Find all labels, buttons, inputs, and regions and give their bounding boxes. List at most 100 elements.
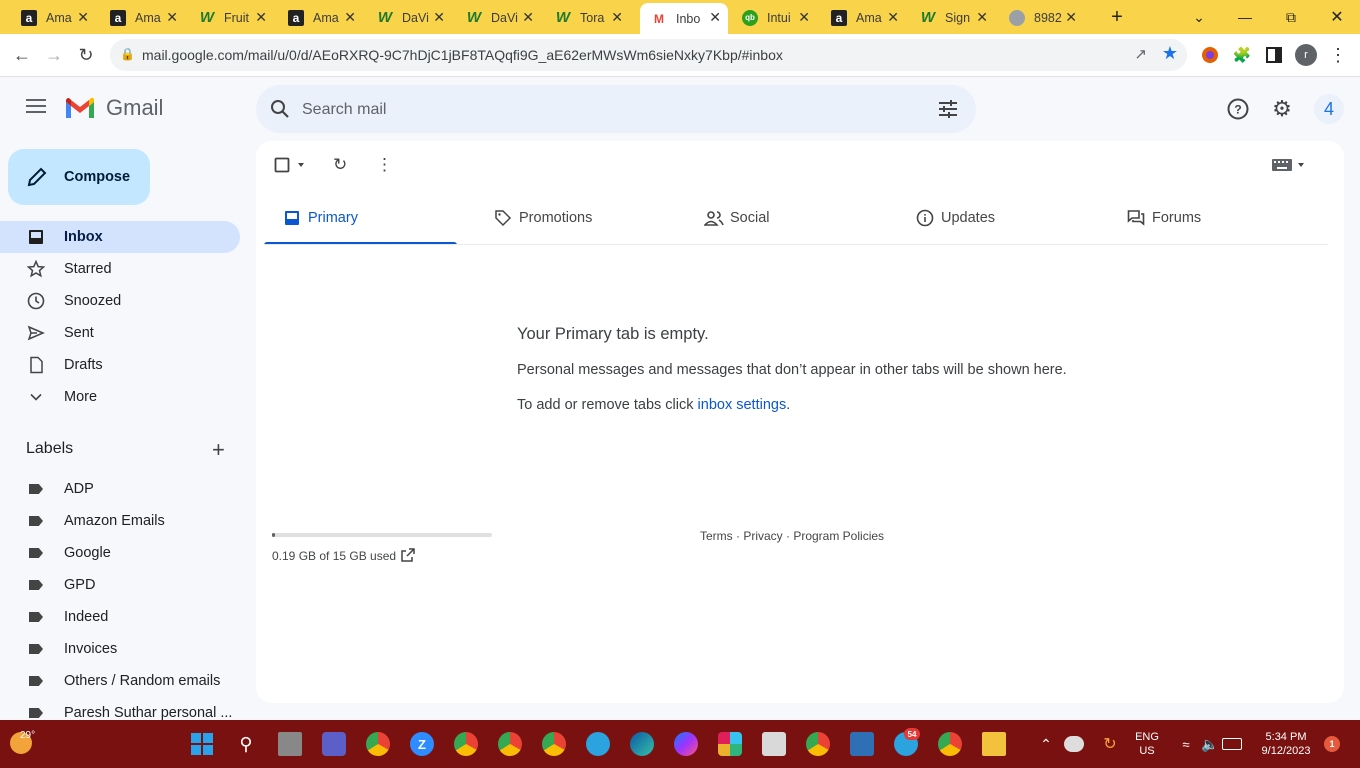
tab-updates[interactable]: Updates [897, 191, 1090, 245]
sidebar-item-more[interactable]: More [0, 381, 240, 413]
profile-avatar[interactable]: r [1295, 44, 1317, 66]
close-tab-icon[interactable]: ✕ [77, 9, 89, 26]
close-tab-icon[interactable]: ✕ [433, 9, 445, 26]
browser-tab[interactable]: W Fruit ✕ [188, 3, 274, 32]
browser-tab[interactable]: a Ama ✕ [99, 3, 185, 32]
extension-firefox-icon[interactable] [1199, 44, 1221, 66]
browser-tab[interactable]: W Tora ✕ [544, 3, 630, 32]
browser-tab[interactable]: W DaVi ✕ [455, 3, 541, 32]
close-tab-icon[interactable]: ✕ [255, 9, 267, 26]
footer-links[interactable]: Terms · Privacy · Program Policies [700, 529, 884, 543]
minimize-button[interactable]: — [1222, 0, 1268, 34]
gmail-logo-icon[interactable] [64, 96, 96, 120]
snipping-tool-icon[interactable] [762, 732, 786, 756]
keyboard-icon[interactable] [1272, 155, 1292, 175]
sidebar-item-drafts[interactable]: Drafts [0, 349, 240, 381]
browser-tab[interactable]: M Inbo ✕ [640, 3, 728, 34]
close-tab-icon[interactable]: ✕ [1065, 9, 1077, 26]
label-item[interactable]: Invoices [0, 633, 240, 665]
input-tools-dropdown-icon[interactable] [1296, 155, 1306, 175]
start-windows-icon[interactable] [190, 732, 214, 756]
url-text[interactable]: mail.google.com/mail/u/0/d/AEoRXRQ-9C7hD… [142, 47, 783, 63]
close-tab-icon[interactable]: ✕ [522, 9, 534, 26]
language-indicator[interactable]: ENG US [1130, 730, 1164, 758]
label-item[interactable]: Google [0, 537, 240, 569]
select-dropdown-icon[interactable] [296, 155, 306, 175]
maximize-button[interactable]: ⧉ [1268, 0, 1314, 34]
browser-menu-icon[interactable]: ⋮ [1327, 44, 1349, 66]
close-tab-icon[interactable]: ✕ [611, 9, 623, 26]
chrome-icon[interactable] [542, 732, 566, 756]
help-icon[interactable]: ? [1226, 97, 1250, 121]
task-view-icon[interactable] [278, 732, 302, 756]
tab-promotions[interactable]: Promotions [475, 191, 668, 245]
extensions-puzzle-icon[interactable]: 🧩 [1231, 44, 1253, 66]
chrome-icon[interactable] [498, 732, 522, 756]
chrome-icon[interactable] [366, 732, 390, 756]
close-window-button[interactable]: ✕ [1314, 0, 1360, 34]
close-tab-icon[interactable]: ✕ [798, 9, 810, 26]
gmail-logo-text[interactable]: Gmail [106, 95, 163, 121]
omnibox[interactable]: 🔒 mail.google.com/mail/u/0/d/AEoRXRQ-9C7… [110, 39, 1187, 71]
chrome-active-icon[interactable] [806, 732, 830, 756]
edge-icon[interactable] [630, 732, 654, 756]
telegram-icon[interactable] [586, 732, 610, 756]
wifi-icon[interactable]: ≈ [1174, 732, 1198, 756]
settings-gear-icon[interactable]: ⚙ [1270, 96, 1294, 121]
tab-primary[interactable]: Primary [264, 191, 457, 245]
forward-button[interactable]: → [41, 42, 67, 68]
messenger-icon[interactable] [674, 732, 698, 756]
search-icon[interactable] [268, 97, 292, 121]
lock-icon[interactable]: 🔒 [120, 47, 135, 61]
volume-icon[interactable]: 🔈 [1198, 732, 1222, 756]
browser-tab[interactable]: W Sign ✕ [909, 3, 995, 32]
refresh-icon[interactable]: ↻ [333, 155, 347, 175]
tray-chevron-up-icon[interactable]: ⌃ [1034, 732, 1058, 756]
notification-badge[interactable]: 1 [1324, 736, 1340, 752]
notepad-icon[interactable] [850, 732, 874, 756]
cloud-sync-icon[interactable] [1064, 736, 1084, 752]
bookmark-star-icon[interactable]: ★ [1162, 43, 1178, 64]
search-taskbar-icon[interactable]: ⚲ [234, 732, 258, 756]
slack-icon[interactable] [718, 732, 742, 756]
browser-tab[interactable]: W DaVi ✕ [366, 3, 452, 32]
browser-tab[interactable]: a Ama ✕ [277, 3, 363, 32]
sidebar-item-inbox[interactable]: Inbox [0, 221, 240, 253]
open-storage-icon[interactable] [400, 547, 416, 563]
browser-tab[interactable]: 8982 ✕ [998, 3, 1084, 32]
tab-social[interactable]: Social [686, 191, 879, 245]
browser-tab[interactable]: a Ama ✕ [10, 3, 96, 32]
inbox-settings-link[interactable]: inbox settings [698, 397, 787, 413]
label-item[interactable]: ADP [0, 473, 240, 505]
search-input[interactable] [300, 94, 904, 126]
close-tab-icon[interactable]: ✕ [887, 9, 899, 26]
video-chat-icon[interactable] [322, 732, 346, 756]
reload-button[interactable]: ↻ [73, 42, 99, 68]
label-item[interactable]: GPD [0, 569, 240, 601]
sidebar-item-snoozed[interactable]: Snoozed [0, 285, 240, 317]
side-panel-icon[interactable] [1263, 44, 1285, 66]
search-options-icon[interactable] [936, 97, 960, 121]
label-item[interactable]: Amazon Emails [0, 505, 240, 537]
compose-button[interactable]: Compose [8, 149, 150, 205]
chrome-icon[interactable] [454, 732, 478, 756]
tab-forums[interactable]: Forums [1108, 191, 1301, 245]
close-tab-icon[interactable]: ✕ [166, 9, 178, 26]
more-options-icon[interactable]: ⋮ [376, 155, 393, 175]
file-explorer-icon[interactable] [982, 732, 1006, 756]
label-item[interactable]: Indeed [0, 601, 240, 633]
sidebar-item-starred[interactable]: Starred [0, 253, 240, 285]
close-tab-icon[interactable]: ✕ [709, 9, 721, 26]
clock[interactable]: 5:34 PM 9/12/2023 [1250, 730, 1322, 758]
account-avatar[interactable]: 4 [1314, 94, 1344, 124]
back-button[interactable]: ← [9, 42, 35, 68]
tab-search-chevron-icon[interactable]: ⌄ [1176, 0, 1222, 34]
share-icon[interactable]: ↗ [1134, 45, 1147, 63]
sync-icon[interactable]: ↻ [1098, 732, 1122, 756]
create-label-button[interactable]: + [212, 439, 225, 461]
battery-icon[interactable] [1222, 738, 1242, 750]
select-all-checkbox[interactable] [274, 155, 290, 175]
main-menu-icon[interactable] [24, 95, 48, 119]
label-item[interactable]: Others / Random emails [0, 665, 240, 697]
close-tab-icon[interactable]: ✕ [976, 9, 988, 26]
